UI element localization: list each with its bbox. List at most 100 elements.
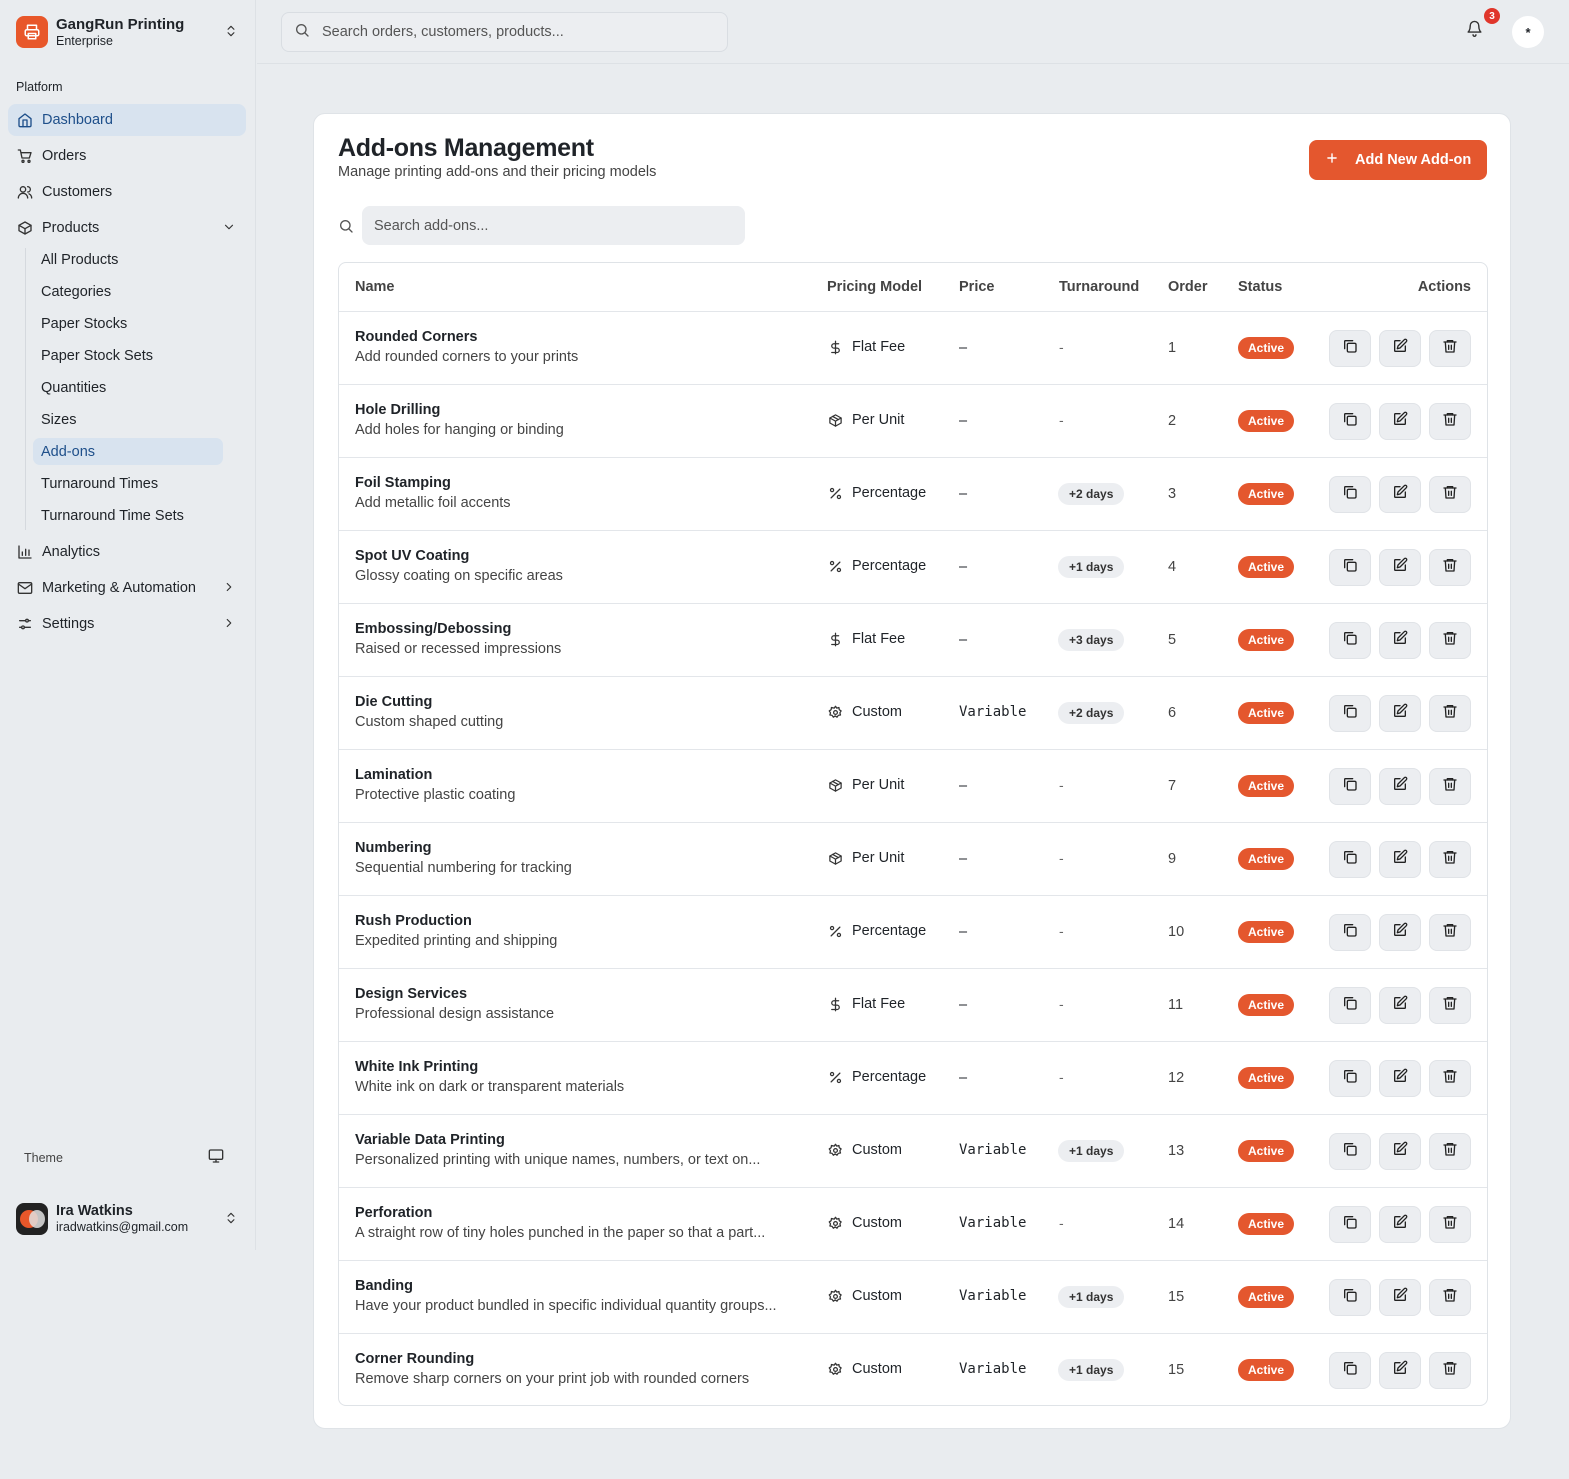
duplicate-button[interactable] [1329,622,1371,659]
duplicate-button[interactable] [1329,330,1371,367]
duplicate-button[interactable] [1329,768,1371,805]
delete-button[interactable] [1429,987,1471,1024]
sidebar-item-marketing[interactable]: Marketing & Automation [8,572,246,604]
status-badge: Active [1238,483,1295,505]
delete-button[interactable] [1429,914,1471,951]
addon-description: Custom shaped cutting [355,714,504,730]
duplicate-button[interactable] [1329,1279,1371,1316]
edit-button[interactable] [1379,914,1421,951]
table-row: Lamination Protective plastic coating Per … [339,750,1487,823]
sidebar-subitem-categories[interactable]: Categories [33,278,223,305]
global-search-input[interactable] [322,24,702,40]
delete-button[interactable] [1429,1352,1471,1389]
sidebar-subitem-sizes[interactable]: Sizes [33,406,223,433]
delete-button[interactable] [1429,768,1471,805]
delete-button[interactable] [1429,1279,1471,1316]
sidebar-subitem-paper-stocks[interactable]: Paper Stocks [33,310,223,337]
gear-icon [827,1361,843,1377]
duplicate-button[interactable] [1329,476,1371,513]
profile-avatar-button[interactable]: * [1512,16,1544,48]
duplicate-button[interactable] [1329,914,1371,951]
turnaround-value: - [1059,1215,1064,1231]
addon-name: Rounded Corners [355,329,478,345]
sidebar-item-products[interactable]: Products [8,212,246,244]
sidebar-subitem-quantities[interactable]: Quantities [33,374,223,401]
delete-button[interactable] [1429,330,1471,367]
duplicate-button[interactable] [1329,987,1371,1024]
sidebar-item-label: Dashboard [42,112,113,128]
edit-button[interactable] [1379,1133,1421,1170]
add-new-addon-button[interactable]: Add New Add-on [1309,140,1487,180]
sidebar-subitem-all-products[interactable]: All Products [33,246,223,273]
duplicate-button[interactable] [1329,403,1371,440]
pricing-model: Per Unit [827,412,904,428]
user-menu[interactable]: Ira Watkins iradwatkins@gmail.com [16,1202,240,1236]
edit-icon [1392,338,1408,359]
order-value: 15 [1168,1362,1185,1378]
addon-description: Protective plastic coating [355,787,516,803]
percent-icon [827,1069,843,1085]
bell-icon[interactable] [1466,20,1483,42]
edit-button[interactable] [1379,549,1421,586]
edit-button[interactable] [1379,1060,1421,1097]
duplicate-button[interactable] [1329,1206,1371,1243]
order-value: 9 [1168,851,1177,867]
global-search[interactable] [281,12,728,52]
delete-button[interactable] [1429,841,1471,878]
delete-button[interactable] [1429,622,1471,659]
duplicate-button[interactable] [1329,549,1371,586]
table-row: Embossing/Debossing Raised or recessed im… [339,604,1487,677]
edit-button[interactable] [1379,841,1421,878]
delete-button[interactable] [1429,403,1471,440]
addon-search[interactable] [362,206,745,245]
duplicate-button[interactable] [1329,1060,1371,1097]
sidebar-subitem-turnaround-time-sets[interactable]: Turnaround Time Sets [33,502,223,529]
edit-button[interactable] [1379,768,1421,805]
delete-button[interactable] [1429,1133,1471,1170]
section-label-platform: Platform [16,80,63,94]
table-row: Corner Rounding Remove sharp corners on y… [339,1334,1487,1405]
duplicate-button[interactable] [1329,1133,1371,1170]
edit-button[interactable] [1379,1206,1421,1243]
sidebar-subitem-add-ons[interactable]: Add-ons [33,438,223,465]
edit-button[interactable] [1379,1279,1421,1316]
addon-description: White ink on dark or transparent materia… [355,1079,625,1095]
edit-button[interactable] [1379,695,1421,732]
duplicate-button[interactable] [1329,841,1371,878]
delete-button[interactable] [1429,1206,1471,1243]
sidebar-item-customers[interactable]: Customers [8,176,246,208]
addon-description: Add holes for hanging or binding [355,422,564,438]
status-badge: Active [1238,848,1295,870]
pricing-model-label: Percentage [852,1069,927,1085]
sidebar-item-dashboard[interactable]: Dashboard [8,104,246,136]
pricing-model-label: Flat Fee [852,339,906,355]
delete-button[interactable] [1429,549,1471,586]
sidebar-subitem-paper-stock-sets[interactable]: Paper Stock Sets [33,342,223,369]
edit-icon [1392,922,1408,943]
addon-search-input[interactable] [374,217,724,234]
sidebar-item-label: Customers [42,184,113,200]
edit-button[interactable] [1379,476,1421,513]
duplicate-button[interactable] [1329,695,1371,732]
sidebar-item-analytics[interactable]: Analytics [8,536,246,568]
edit-button[interactable] [1379,403,1421,440]
brand-switcher[interactable]: GangRun Printing Enterprise [16,15,240,49]
edit-button[interactable] [1379,987,1421,1024]
monitor-icon[interactable] [208,1148,224,1167]
duplicate-button[interactable] [1329,1352,1371,1389]
sidebar-item-orders[interactable]: Orders [8,140,246,172]
pricing-model-label: Per Unit [852,850,905,866]
edit-icon [1392,776,1408,797]
delete-button[interactable] [1429,1060,1471,1097]
sidebar-item-settings[interactable]: Settings [8,608,246,640]
addon-name: Variable Data Printing [355,1132,505,1148]
status-badge: Active [1238,994,1295,1016]
delete-button[interactable] [1429,476,1471,513]
delete-button[interactable] [1429,695,1471,732]
edit-button[interactable] [1379,330,1421,367]
edit-button[interactable] [1379,622,1421,659]
addons-table: Name Pricing Model Price Turnaround Orde… [338,262,1488,1406]
table-row: Design Services Professional design assis… [339,969,1487,1042]
sidebar-subitem-turnaround-times[interactable]: Turnaround Times [33,470,223,497]
edit-button[interactable] [1379,1352,1421,1389]
